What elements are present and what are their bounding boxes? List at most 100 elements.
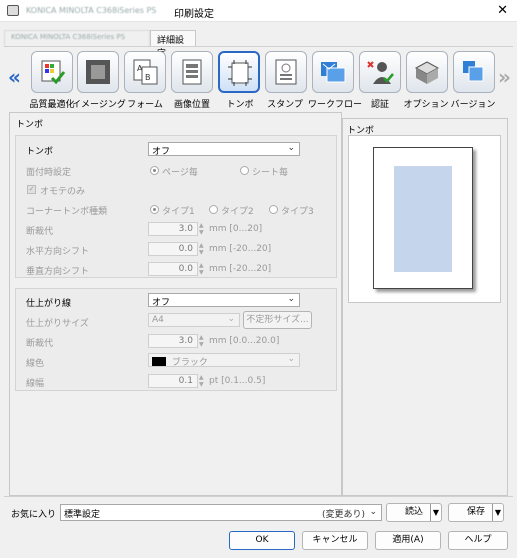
per-sheet-radio[interactable] [240,166,249,175]
crop-settings-panel: トンボ トンボ オフ ⌄ 面付時設定 ページ毎 シート毎 ✓ オモテのみ コーナ… [9,112,342,496]
preview-panel: トンボ [342,118,508,496]
front-only-checkbox[interactable]: ✓ [27,185,36,194]
tab-general[interactable]: KONICA MINOLTA C368iSeries PS [4,30,150,46]
svg-text:B: B [145,73,151,82]
hshift-input[interactable]: 0.0 [148,242,198,256]
toolbar-label-form: フォーム [127,100,163,110]
toolbar-label-option: オプション [403,100,449,110]
line-color-label: 線色 [26,359,45,369]
finish-size-label: 仕上がりサイズ [26,319,89,329]
scroll-left-button[interactable]: « [8,65,21,89]
option-icon[interactable] [406,51,448,93]
toolbar-label-stamp: スタンプ [267,100,303,110]
line-color-select[interactable]: ブラック ⌄ [148,353,300,368]
scroll-right-button[interactable]: » [498,65,511,89]
imaging-icon[interactable] [77,51,119,93]
hshift-unit: mm [-20...20] [209,244,272,254]
chevron-down-icon: ⌄ [227,314,235,324]
cancel-button[interactable]: キャンセル [302,531,368,550]
toolbar-label-imaging: イメージング [72,100,126,110]
type3-radio[interactable] [269,205,278,214]
toolbar-label-image-position: 画像位置 [173,100,210,110]
crop-marks-section: トンボ オフ ⌄ 面付時設定 ページ毎 シート毎 ✓ オモテのみ コーナートンボ… [15,135,337,278]
type2-radio[interactable] [209,205,218,214]
type3-label: タイプ3 [281,207,314,217]
save-button[interactable]: 保存 ▼ [448,503,504,522]
vshift-spin-arrows[interactable]: ▲ ▼ [199,262,207,276]
stamp-icon[interactable] [265,51,307,93]
close-button[interactable]: ✕ [497,3,508,18]
finish-bleed-unit: mm [0.0...20.0] [209,336,280,346]
workflow-icon[interactable] [312,51,354,93]
bleed-unit: mm [0...20] [209,224,263,234]
line-width-input[interactable]: 0.1 [148,374,198,388]
favorites-select[interactable]: 標準設定 (変更あり) ⌄ [60,504,382,521]
finish-size-value: A4 [152,315,164,325]
app-name: KONICA MINOLTA C368iSeries PS [26,6,157,15]
tab-bar: KONICA MINOLTA C368iSeries PS 詳細設定 [0,22,517,59]
custom-size-button[interactable]: 不定形サイズ... [243,311,312,329]
finish-size-select[interactable]: A4 ⌄ [148,313,240,327]
panel-title: トンボ [16,120,44,130]
line-width-label: 線幅 [26,379,45,389]
bleed-label: 断裁代 [26,227,54,237]
per-page-label: ページ毎 [162,168,198,178]
finishing-line-select[interactable]: オフ ⌄ [148,293,300,308]
line-width-unit: pt [0.1...0.5] [209,376,266,386]
paper-preview [373,147,473,289]
favorites-value: 標準設定 [64,510,101,520]
crop-marks-select[interactable]: オフ ⌄ [148,142,300,157]
bleed-spin-arrows[interactable]: ▲ ▼ [199,222,207,236]
favorites-label: お気に入り [11,510,57,520]
print-area-preview [394,166,452,272]
finish-bleed-label: 断裁代 [26,339,54,349]
image-position-icon[interactable] [171,51,213,93]
version-icon[interactable] [453,51,495,93]
finishing-line-section: 仕上がり線 オフ ⌄ 仕上がりサイズ A4 ⌄ 不定形サイズ... 断裁代 3.… [15,288,337,391]
function-toolbar: « 品質最適化 イメージング AB フォーム 画像位置 トンボ スタンプ ワーク… [4,46,513,112]
load-button[interactable]: 読込 ▼ [386,503,442,522]
vshift-unit: mm [-20...20] [209,264,272,274]
apply-button[interactable]: 適用(A) [375,531,441,550]
crop-marks-icon[interactable] [218,51,260,93]
type1-label: タイプ1 [162,207,195,217]
finishing-line-label: 仕上がり線 [26,299,72,309]
quality-icon[interactable] [31,51,73,93]
toolbar-label-auth: 認証 [370,100,389,110]
chevron-down-icon: ⌄ [287,143,295,153]
toolbar-label-crop-marks: トンボ [226,100,254,110]
chevron-down-icon: ⌄ [287,354,295,364]
line-color-value: ブラック [171,358,208,368]
hshift-label: 水平方向シフト [26,247,90,257]
auth-icon[interactable] [359,51,401,93]
bleed-input[interactable]: 3.0 [148,222,198,236]
tab-advanced[interactable]: 詳細設定 [150,30,196,59]
chevron-down-icon: ⌄ [287,294,295,304]
printer-icon [7,5,19,16]
toolbar-label-version: バージョン [450,100,496,110]
type1-radio[interactable] [150,205,159,214]
hshift-spin-arrows[interactable]: ▲ ▼ [199,242,207,256]
crop-marks-value: オフ [152,147,171,157]
vshift-input[interactable]: 0.0 [148,262,198,276]
load-dropdown-icon[interactable]: ▼ [429,504,439,521]
per-page-radio[interactable] [150,166,159,175]
save-dropdown-icon[interactable]: ▼ [491,504,501,521]
chevron-down-icon: ⌄ [369,507,377,517]
ok-button[interactable]: OK [229,531,295,550]
print-face-label: 面付時設定 [26,168,72,178]
finishing-line-value: オフ [152,298,171,308]
form-icon[interactable]: AB [124,51,166,93]
save-button-label: 保存 [466,507,485,517]
finish-bleed-input[interactable]: 3.0 [148,334,198,348]
crop-marks-label: トンボ [26,147,54,157]
front-only-label: オモテのみ [40,187,86,197]
window-title: 印刷設定 [174,9,214,20]
toolbar-label-workflow: ワークフロー [308,100,363,110]
line-width-spin-arrows[interactable]: ▲ ▼ [199,374,207,388]
per-sheet-label: シート毎 [252,168,289,178]
help-button[interactable]: ヘルプ [448,531,508,550]
vshift-label: 垂直方向シフト [26,267,90,277]
finish-bleed-spin-arrows[interactable]: ▲ ▼ [199,334,207,348]
color-swatch [152,357,166,366]
